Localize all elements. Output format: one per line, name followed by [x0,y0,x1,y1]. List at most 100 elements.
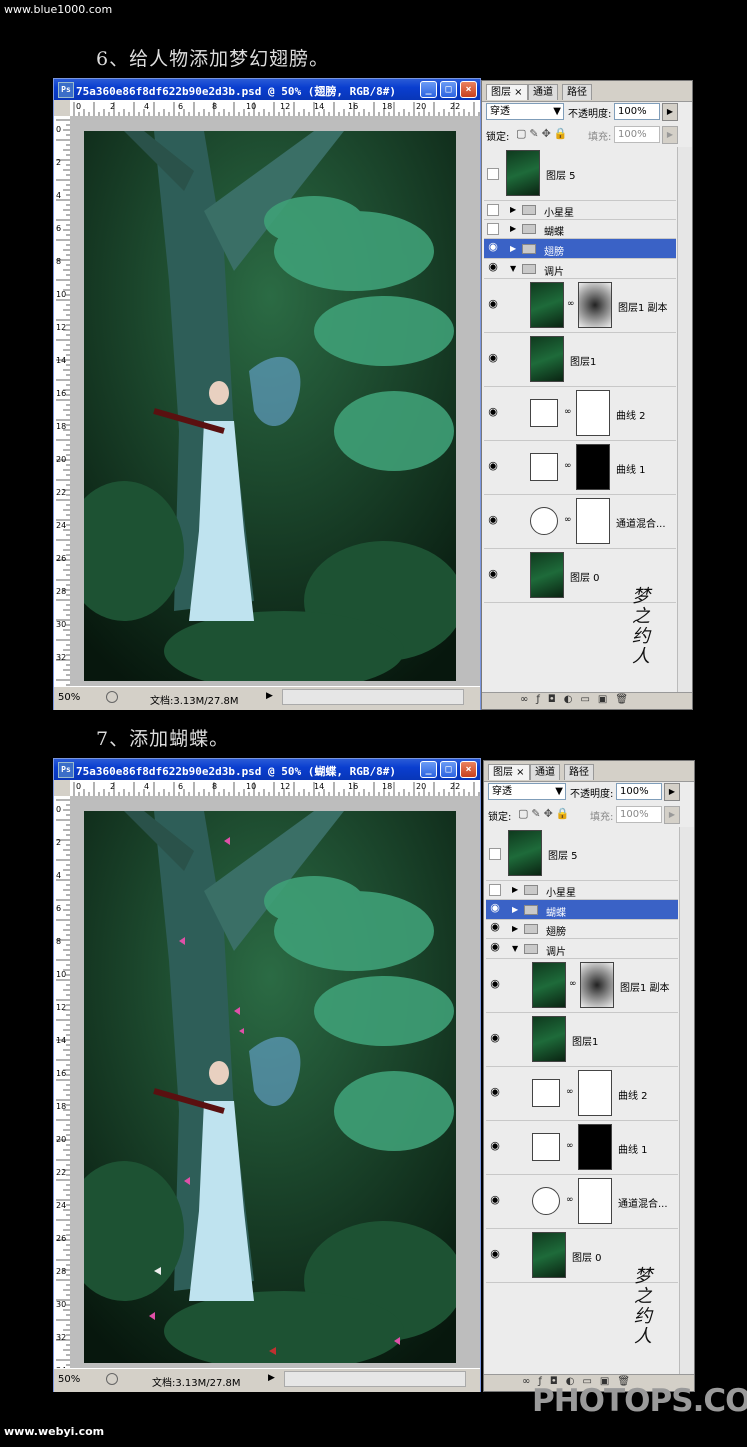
expand-triangle-icon[interactable]: ▶ [510,224,516,233]
blend-mode-select[interactable]: 穿透 ▼ [486,103,564,120]
fill-slider-button[interactable]: ▶ [664,806,680,824]
link-icon[interactable]: ∞ [566,1195,574,1205]
zoom-level[interactable]: 50% [58,692,80,703]
eye-icon[interactable]: ◉ [487,568,499,581]
horizontal-ruler[interactable]: 0 2 4 6 8 10 12 14 16 18 20 22 [70,780,480,797]
visibility-toggle[interactable] [489,884,501,896]
mask-thumbnail[interactable] [578,1178,612,1224]
status-arrow-icon[interactable]: ▶ [266,691,273,701]
opacity-slider-button[interactable]: ▶ [662,103,678,121]
mask-thumbnail[interactable] [576,444,610,490]
eye-icon[interactable]: ◉ [489,1140,501,1153]
minimize-button[interactable]: _ [420,81,437,98]
photo-canvas[interactable] [84,811,456,1363]
link-icon[interactable]: ∞ [567,299,575,309]
eye-icon[interactable]: ◉ [487,406,499,419]
tab-channels[interactable]: 通道 [530,764,560,780]
expand-triangle-icon[interactable]: ▶ [510,205,516,214]
collapse-triangle-icon[interactable]: ▼ [512,944,518,953]
vertical-scrollbar[interactable] [679,827,694,1375]
layer-row[interactable]: ◉ ∞ 通道混合... [484,495,676,549]
mask-thumbnail[interactable] [576,498,610,544]
mask-thumbnail[interactable] [578,1070,612,1116]
mask-thumbnail[interactable] [578,282,612,328]
maximize-button[interactable]: □ [440,81,457,98]
lock-icons[interactable]: ▢✎✥🔒 [518,807,573,820]
visibility-toggle[interactable] [487,204,499,216]
eye-icon[interactable]: ◉ [489,902,501,915]
vertical-scrollbar[interactable] [677,147,692,693]
eye-icon[interactable]: ◉ [487,241,499,254]
fill-slider-button[interactable]: ▶ [662,126,678,144]
window-titlebar[interactable]: Ps 75a360e86f8df622b90e2d3b.psd @ 50% (翅… [54,79,480,100]
collapse-triangle-icon[interactable]: ▼ [510,264,516,273]
fill-field[interactable]: 100% [616,806,662,823]
zoom-level[interactable]: 50% [58,1374,80,1385]
layer-group-row[interactable]: ◉ ▼ 调片 [484,259,676,279]
expand-triangle-icon[interactable]: ▶ [512,905,518,914]
layer-row[interactable]: ◉ 图层1 [486,1013,678,1067]
opacity-field[interactable]: 100% [614,103,660,120]
layer-row[interactable]: 图层 5 [486,827,678,881]
layer-row[interactable]: ◉ ∞ 通道混合... [486,1175,678,1229]
layer-row[interactable]: ◉ ∞ 曲线 1 [484,441,676,495]
link-icon[interactable]: ∞ [569,979,577,989]
tab-paths[interactable]: 路径 [562,84,592,100]
link-icon[interactable]: ∞ [564,515,572,525]
link-icon[interactable]: ∞ [566,1141,574,1151]
link-icon[interactable]: ∞ [564,407,572,417]
close-button[interactable]: × [460,761,477,778]
layer-row[interactable]: ◉ ∞ 图层1 副本 [484,279,676,333]
layer-group-row[interactable]: ◉ ▶ 翅膀 [486,920,678,939]
eye-icon[interactable]: ◉ [489,1248,501,1261]
link-icon[interactable]: ∞ [566,1087,574,1097]
document-window-step6[interactable]: Ps 75a360e86f8df622b90e2d3b.psd @ 50% (翅… [53,78,481,710]
tab-layers[interactable]: 图层 × [486,84,528,100]
visibility-toggle[interactable] [487,223,499,235]
opacity-field[interactable]: 100% [616,783,662,800]
eye-icon[interactable]: ◉ [489,921,501,934]
panel-action-icons[interactable]: ∞ƒ◘◐▭▣🗑 [520,694,636,705]
vertical-ruler[interactable]: 0246810121416182022242628303234 [54,796,71,1368]
layer-group-row[interactable]: ◉ ▼ 调片 [486,939,678,959]
layer-group-row-selected[interactable]: ◉ ▶ 翅膀 [484,239,676,259]
layer-group-row[interactable]: ▶ 小星星 [486,881,678,900]
document-window-step7[interactable]: Ps 75a360e86f8df622b90e2d3b.psd @ 50% (蝴… [53,758,481,1392]
minimize-button[interactable]: _ [420,761,437,778]
tab-paths[interactable]: 路径 [564,764,594,780]
horizontal-ruler[interactable]: 0 2 4 6 8 10 12 14 16 18 20 22 [70,100,480,117]
visibility-toggle[interactable] [489,848,501,860]
vertical-ruler[interactable]: 0246810121416182022242628303234 [54,116,71,686]
close-button[interactable]: × [460,81,477,98]
tab-layers[interactable]: 图层 × [488,764,530,780]
layer-group-row[interactable]: ▶ 小星星 [484,201,676,220]
opacity-slider-button[interactable]: ▶ [664,783,680,801]
mask-thumbnail[interactable] [580,962,614,1008]
layer-row[interactable]: ◉ ∞ 图层1 副本 [486,959,678,1013]
link-icon[interactable]: ∞ [564,461,572,471]
layer-group-row[interactable]: ▶ 蝴蝶 [484,220,676,239]
expand-triangle-icon[interactable]: ▶ [512,924,518,933]
window-titlebar[interactable]: Ps 75a360e86f8df622b90e2d3b.psd @ 50% (蝴… [54,759,480,780]
eye-icon[interactable]: ◉ [489,1032,501,1045]
eye-icon[interactable]: ◉ [489,1086,501,1099]
blend-mode-select[interactable]: 穿透 ▼ [488,783,566,800]
layer-row[interactable]: ◉ ∞ 曲线 2 [484,387,676,441]
mask-thumbnail[interactable] [576,390,610,436]
status-icon[interactable] [106,691,118,703]
tab-channels[interactable]: 通道 [528,84,558,100]
layer-row[interactable]: 图层 5 [484,147,676,201]
layer-row[interactable]: ◉ 图层1 [484,333,676,387]
layer-row[interactable]: ◉ ∞ 曲线 2 [486,1067,678,1121]
eye-icon[interactable]: ◉ [487,460,499,473]
eye-icon[interactable]: ◉ [489,941,501,954]
maximize-button[interactable]: □ [440,761,457,778]
layer-row[interactable]: ◉ ∞ 曲线 1 [486,1121,678,1175]
horizontal-scrollbar[interactable] [282,689,464,705]
eye-icon[interactable]: ◉ [487,514,499,527]
eye-icon[interactable]: ◉ [489,978,501,991]
fill-field[interactable]: 100% [614,126,660,143]
status-icon[interactable] [106,1373,118,1385]
eye-icon[interactable]: ◉ [487,298,499,311]
lock-icons[interactable]: ▢✎✥🔒 [516,127,571,140]
